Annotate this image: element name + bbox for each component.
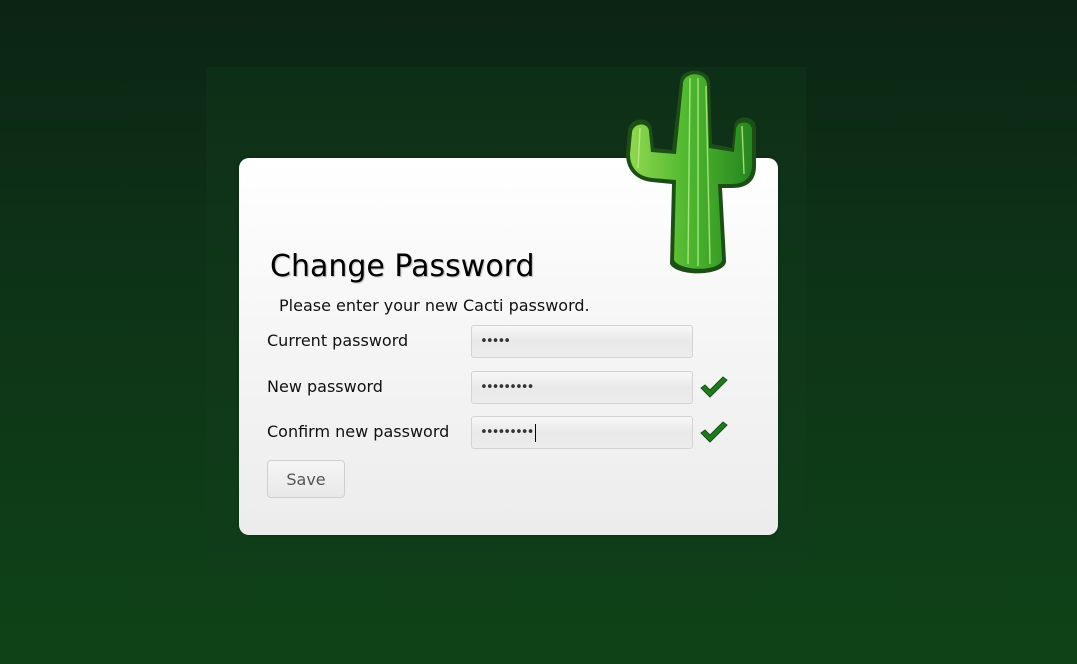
current-password-value: ••••• bbox=[480, 334, 511, 349]
cactus-logo-icon bbox=[626, 70, 756, 274]
save-button[interactable]: Save bbox=[267, 460, 345, 498]
confirm-password-label: Confirm new password bbox=[267, 422, 450, 441]
new-password-input[interactable]: ••••••••• bbox=[471, 371, 693, 404]
page-title: Change Password bbox=[270, 249, 535, 284]
current-password-input[interactable]: ••••• bbox=[471, 325, 693, 358]
confirm-password-value: ••••••••• bbox=[480, 425, 534, 440]
confirm-password-valid-checkmark-icon bbox=[700, 421, 728, 443]
new-password-valid-checkmark-icon bbox=[700, 376, 728, 398]
current-password-label: Current password bbox=[267, 331, 409, 350]
new-password-label: New password bbox=[267, 377, 383, 396]
page-subtitle: Please enter your new Cacti password. bbox=[279, 296, 590, 315]
confirm-password-input[interactable]: ••••••••• bbox=[471, 416, 693, 449]
text-caret bbox=[535, 423, 537, 442]
new-password-value: ••••••••• bbox=[480, 380, 534, 395]
